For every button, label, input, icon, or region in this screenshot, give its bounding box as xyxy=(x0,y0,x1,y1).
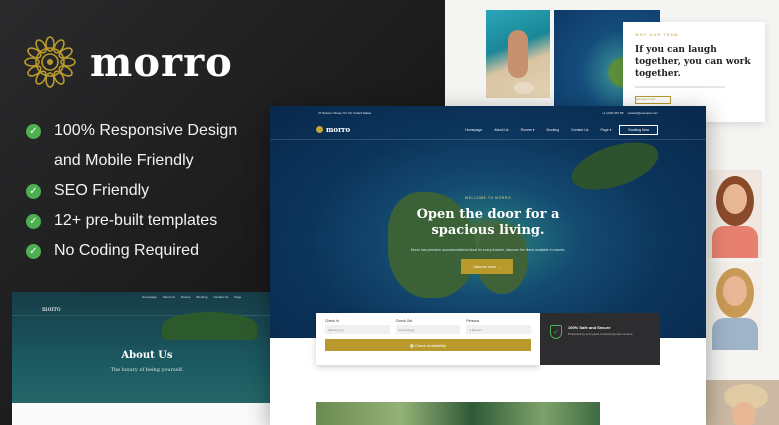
portrait-photo xyxy=(706,380,779,425)
nav-link-homepage[interactable]: Homepage xyxy=(465,128,482,132)
check-icon: ✓ xyxy=(26,183,41,199)
feature-text: 100% Responsive Design xyxy=(54,122,238,139)
booking-form: Check In dd/mm/yyyy Check Out dd/mm/yyyy… xyxy=(316,313,540,365)
check-in-group: Check In dd/mm/yyyy xyxy=(325,319,390,334)
feature-list: ✓ 100% Responsive Design and Mobile Frie… xyxy=(26,116,237,266)
quote-divider xyxy=(635,86,725,88)
feature-text: 12+ pre-built templates xyxy=(54,212,218,229)
palm-trees-photo xyxy=(316,402,600,425)
navbar-logo-text: morro xyxy=(326,125,351,134)
nav-link-booking[interactable]: Booking xyxy=(547,128,560,132)
nav-link-rooms[interactable]: Rooms ▾ xyxy=(521,128,535,132)
feature-item: and Mobile Friendly xyxy=(26,146,237,176)
feature-text: and Mobile Friendly xyxy=(54,152,194,169)
topbar-phone: +1 (234) 567 89 xyxy=(602,110,624,115)
secure-badge: ✓ 100% Safe and Secure Protected by encr… xyxy=(540,313,660,365)
feature-item: ✓ SEO Friendly xyxy=(26,176,237,206)
secure-text: Protected by encrypted, trusted payment … xyxy=(568,332,634,336)
portrait-photo xyxy=(708,262,762,350)
check-icon: ✓ xyxy=(26,213,41,229)
feature-text: No Coding Required xyxy=(54,242,199,259)
sunbather-figure xyxy=(508,30,528,78)
shield-icon: ✓ xyxy=(550,325,562,339)
homepage-mockup: 27 Division Street, NY 10, United States… xyxy=(270,106,706,425)
navbar-logo[interactable]: morro xyxy=(316,125,350,134)
discover-more-button[interactable]: Discover more xyxy=(635,96,671,104)
top-info-bar: 27 Division Street, NY 10, United States… xyxy=(270,106,706,119)
portrait-shirt xyxy=(712,318,758,350)
persons-select[interactable]: 1 Person xyxy=(466,325,532,334)
about-content-area xyxy=(12,403,282,425)
check-out-input[interactable]: dd/mm/yyyy xyxy=(395,325,461,334)
booking-fields: Check In dd/mm/yyyy Check Out dd/mm/yyyy… xyxy=(325,319,532,334)
sun-emblem-icon xyxy=(24,36,76,88)
hero-section: 27 Division Street, NY 10, United States… xyxy=(270,106,706,338)
sun-hat xyxy=(514,82,534,94)
about-nav-item: Rooms xyxy=(181,295,191,299)
portrait-face xyxy=(732,402,756,425)
main-navbar: morro Homepage About Us Rooms ▾ Booking … xyxy=(270,120,706,140)
hero-eyebrow: WELCOME TO MORRO xyxy=(464,196,512,200)
nav-link-about[interactable]: About Us xyxy=(494,128,508,132)
portrait-face xyxy=(723,184,747,214)
about-nav-item: About Us xyxy=(162,295,176,299)
booking-now-button[interactable]: Booking Now xyxy=(619,124,658,135)
topbar-address: 27 Division Street, NY 10, United States xyxy=(318,110,372,115)
about-page-preview: Homepage About Us Rooms Booking Contact … xyxy=(12,292,282,425)
island-silhouette xyxy=(162,312,257,340)
check-icon: ✓ xyxy=(26,243,41,259)
topbar-email: contact@example.com xyxy=(627,110,658,115)
about-nav-item: Page xyxy=(234,295,242,299)
feature-item: ✓ 12+ pre-built templates xyxy=(26,206,237,236)
portrait-shirt xyxy=(712,226,758,258)
nav-link-page[interactable]: Page ▾ xyxy=(600,128,611,132)
check-in-label: Check In xyxy=(325,319,339,323)
nav-links: Homepage About Us Rooms ▾ Booking Contac… xyxy=(350,128,611,132)
hero-title: Open the door for a spacious living. xyxy=(416,207,560,238)
hero-description: Morro has premium accommodations ideal f… xyxy=(410,248,566,252)
check-in-input[interactable]: dd/mm/yyyy xyxy=(325,325,390,334)
portrait-photo xyxy=(708,170,762,258)
nav-link-contact[interactable]: Contact Us xyxy=(571,128,588,132)
check-availability-button[interactable]: ▦ Check Availability xyxy=(325,339,531,351)
check-out-group: Check Out dd/mm/yyyy xyxy=(395,319,461,334)
brand-logo: morro xyxy=(24,36,233,88)
about-nav-item: Contact Us xyxy=(213,295,229,299)
persons-label: Persons xyxy=(466,319,480,323)
about-nav-item: Homepage xyxy=(142,295,157,299)
check-out-label: Check Out xyxy=(395,319,413,323)
about-subtitle: The luxury of being yourself. xyxy=(110,367,184,373)
brand-name: morro xyxy=(90,38,233,86)
quote-text: If you can laugh together, you can work … xyxy=(635,45,751,79)
persons-group: Persons 1 Person xyxy=(466,319,532,334)
about-logo: morro xyxy=(42,306,61,313)
feature-text: SEO Friendly xyxy=(54,182,150,199)
discover-more-hero-button[interactable]: Discover more → xyxy=(461,259,513,274)
feature-item: ✓ No Coding Required xyxy=(26,236,237,266)
quote-eyebrow: WHY OUR TEAM xyxy=(635,32,679,37)
secure-title: 100% Safe and Secure xyxy=(568,325,611,330)
about-nav-item: Booking xyxy=(196,295,208,299)
about-title: About Us xyxy=(121,350,173,361)
check-icon: ✓ xyxy=(26,123,41,139)
logo-dot-icon xyxy=(316,126,323,133)
about-topbar: Homepage About Us Rooms Booking Contact … xyxy=(12,292,282,302)
feature-item: ✓ 100% Responsive Design xyxy=(26,116,237,146)
portrait-face xyxy=(723,276,747,306)
beach-photo xyxy=(486,10,550,98)
